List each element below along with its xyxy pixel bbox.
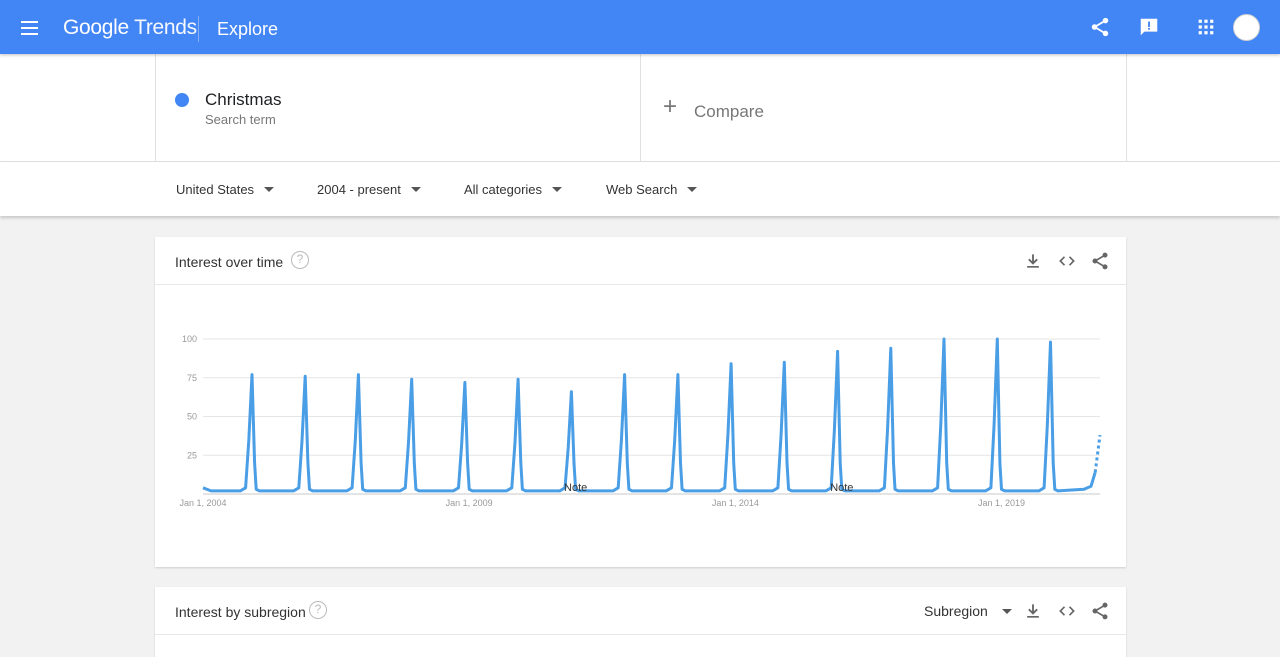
share-icon[interactable] [1089,16,1111,38]
brand-google: Google [63,16,129,39]
brand-trends: Trends [134,16,197,39]
header-divider [198,16,199,42]
compare-label: Compare [694,102,764,121]
compare-card[interactable]: + Compare [641,54,1127,162]
top-app-bar: Google Trends Explore [0,0,1280,54]
time-filter-label: 2004 - present [317,182,401,197]
dropdown-arrow-icon [687,187,698,192]
category-filter-label: All categories [464,182,543,197]
time-filter[interactable]: 2004 - present [317,182,421,197]
apps-grid-icon[interactable] [1195,16,1217,38]
search-term-type: Search term [205,112,276,127]
page-title: Explore [217,19,279,39]
download-icon[interactable] [1023,251,1043,271]
subregion-select-value: Subregion [924,603,988,619]
region-filter-label: United States [176,182,255,197]
note-marker: Note [830,482,853,494]
term-color-dot [175,93,189,107]
region-filter[interactable]: United States [176,182,275,197]
partial-data-line [1093,434,1102,473]
share-icon[interactable] [1090,601,1110,621]
property-filter-label: Web Search [606,182,678,197]
y-tick-label: 100 [182,334,197,344]
help-icon[interactable]: ? [291,251,309,269]
plus-icon: + [663,93,678,120]
interest-over-time-card: Interest over time ? 25 50 75 100 Jan 1, 200… [155,237,1126,567]
x-tick-label: Jan 1, 2019 [978,498,1025,508]
series-line [202,337,1097,493]
download-icon[interactable] [1023,601,1043,621]
x-tick-label: Jan 1, 2014 [712,498,759,508]
search-term-card[interactable]: Christmas Search term [155,54,641,162]
help-icon[interactable]: ? [309,601,327,619]
interest-by-subregion-card: Interest by subregion ? Subregion [155,587,1126,657]
dropdown-arrow-icon [552,187,563,192]
card-header: Interest over time ? [155,237,1126,285]
y-tick-label: 75 [187,373,197,383]
x-tick-label: Jan 1, 2004 [179,498,226,508]
hamburger-menu-icon[interactable] [18,17,42,39]
account-avatar[interactable] [1233,14,1260,41]
y-tick-label: 50 [187,412,197,422]
y-tick-label: 25 [187,450,197,460]
embed-code-icon[interactable] [1057,251,1077,271]
dropdown-arrow-icon [1001,608,1012,614]
search-term-bar: Christmas Search term + Compare [0,54,1280,162]
card-header: Interest by subregion ? Subregion [155,587,1126,635]
feedback-icon[interactable] [1138,16,1160,38]
search-term: Christmas [205,90,282,109]
embed-code-icon[interactable] [1057,601,1077,621]
line-chart-svg: 25 50 75 100 Jan 1, 2004 Jan 1, 2009 Jan 1, 20… [179,334,1102,508]
dropdown-arrow-icon [410,187,421,192]
x-tick-label: Jan 1, 2009 [446,498,493,508]
card-title: Interest over time [175,254,284,270]
category-filter[interactable]: All categories [464,182,563,197]
filter-bar: United States 2004 - present All categor… [0,162,1280,216]
subregion-select[interactable]: Subregion [924,603,1012,619]
interest-over-time-chart[interactable]: 25 50 75 100 Jan 1, 2004 Jan 1, 2009 Jan 1, 20… [155,285,1126,567]
note-marker: Note [564,482,587,494]
share-icon[interactable] [1090,251,1110,271]
google-trends-logo[interactable]: Google Trends [63,16,197,40]
card-title: Interest by subregion [175,604,306,620]
property-filter[interactable]: Web Search [606,182,698,197]
dropdown-arrow-icon [264,187,275,192]
